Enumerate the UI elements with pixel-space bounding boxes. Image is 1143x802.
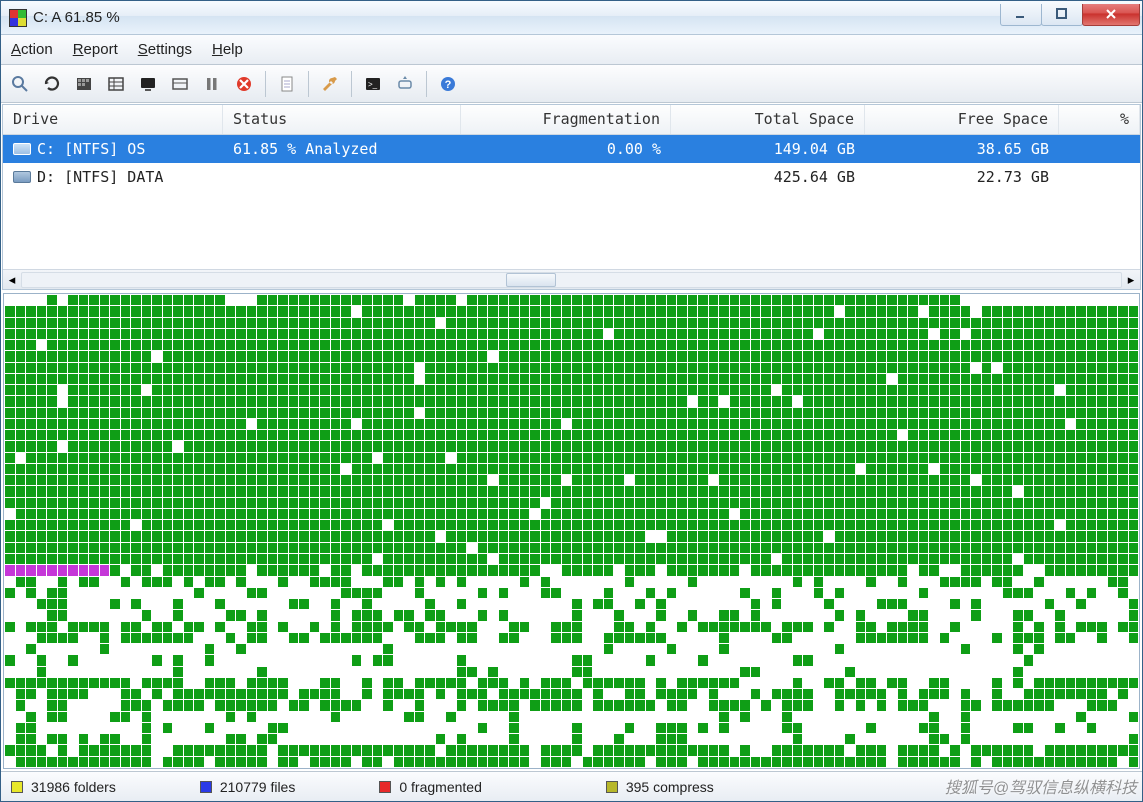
drive-table: Drive Status Fragmentation Total Space F… — [2, 104, 1141, 290]
list-icon[interactable] — [103, 71, 129, 97]
legend-fragmented: 0 fragmented — [379, 779, 482, 795]
app-icon — [9, 9, 27, 27]
compressed-label: 395 compress — [626, 779, 714, 795]
stop-icon[interactable] — [231, 71, 257, 97]
col-total-space[interactable]: Total Space — [671, 105, 865, 134]
pause-icon[interactable] — [199, 71, 225, 97]
refresh-icon[interactable] — [39, 71, 65, 97]
page-icon[interactable] — [274, 71, 300, 97]
col-drive[interactable]: Drive — [3, 105, 223, 134]
fragmented-swatch — [379, 781, 391, 793]
statusbar: 31986 folders 210779 files 0 fragmented … — [1, 771, 1142, 801]
menubar: Action Report Settings Help — [1, 35, 1142, 65]
menu-action[interactable]: Action — [11, 41, 53, 58]
table-row[interactable]: C: [NTFS] OS 61.85 % Analyzed 0.00 % 149… — [3, 135, 1140, 163]
panel-icon[interactable] — [167, 71, 193, 97]
cell-total: 149.04 GB — [671, 137, 865, 161]
app-window: C: A 61.85 % Action Report Settings Help — [0, 0, 1143, 802]
horizontal-scrollbar[interactable]: ◂ ▸ — [3, 269, 1140, 289]
table-header: Drive Status Fragmentation Total Space F… — [3, 105, 1140, 135]
wrench-icon[interactable] — [317, 71, 343, 97]
maximize-button[interactable] — [1041, 4, 1083, 26]
table-row[interactable]: D: [NTFS] DATA 425.64 GB 22.73 GB — [3, 163, 1140, 191]
drive-icon — [13, 171, 31, 183]
cluster-map[interactable] — [3, 293, 1140, 769]
eject-icon[interactable] — [392, 71, 418, 97]
legend-files: 210779 files — [200, 779, 296, 795]
toolbar: >_ ? — [1, 65, 1142, 103]
cell-status — [223, 174, 461, 180]
col-fragmentation[interactable]: Fragmentation — [461, 105, 671, 134]
svg-text:?: ? — [445, 79, 452, 91]
scroll-right-icon[interactable]: ▸ — [1122, 271, 1140, 289]
help-icon[interactable]: ? — [435, 71, 461, 97]
menu-help[interactable]: Help — [212, 41, 243, 58]
files-swatch — [200, 781, 212, 793]
cell-frag — [461, 174, 671, 180]
col-status[interactable]: Status — [223, 105, 461, 134]
drive-label: C: [NTFS] OS — [37, 140, 145, 158]
svg-text:>_: >_ — [368, 80, 378, 89]
scroll-left-icon[interactable]: ◂ — [3, 271, 21, 289]
col-free-space[interactable]: Free Space — [865, 105, 1059, 134]
monitor-icon[interactable] — [135, 71, 161, 97]
compressed-swatch — [606, 781, 618, 793]
drive-label: D: [NTFS] DATA — [37, 168, 163, 186]
close-button[interactable] — [1082, 4, 1140, 26]
cell-pct — [1059, 146, 1140, 152]
cell-free: 22.73 GB — [865, 165, 1059, 189]
titlebar[interactable]: C: A 61.85 % — [1, 1, 1142, 35]
menu-settings[interactable]: Settings — [138, 41, 192, 58]
cell-pct — [1059, 174, 1140, 180]
drive-icon — [13, 143, 31, 155]
folders-swatch — [11, 781, 23, 793]
legend-folders: 31986 folders — [11, 779, 116, 795]
scroll-track[interactable] — [21, 272, 1122, 288]
minimize-button[interactable] — [1000, 4, 1042, 26]
cell-status: 61.85 % Analyzed — [223, 137, 461, 161]
legend-compressed: 395 compress — [606, 779, 714, 795]
terminal-icon[interactable]: >_ — [360, 71, 386, 97]
fragmented-label: 0 fragmented — [399, 779, 482, 795]
col-percent[interactable]: % — [1059, 105, 1140, 134]
files-label: 210779 files — [220, 779, 296, 795]
cell-free: 38.65 GB — [865, 137, 1059, 161]
map-icon[interactable] — [71, 71, 97, 97]
menu-report[interactable]: Report — [73, 41, 118, 58]
scroll-thumb[interactable] — [506, 273, 556, 287]
cell-total: 425.64 GB — [671, 165, 865, 189]
folders-label: 31986 folders — [31, 779, 116, 795]
search-icon[interactable] — [7, 71, 33, 97]
window-title: C: A 61.85 % — [33, 9, 1001, 26]
cell-frag: 0.00 % — [461, 137, 671, 161]
table-blank — [3, 191, 1140, 269]
